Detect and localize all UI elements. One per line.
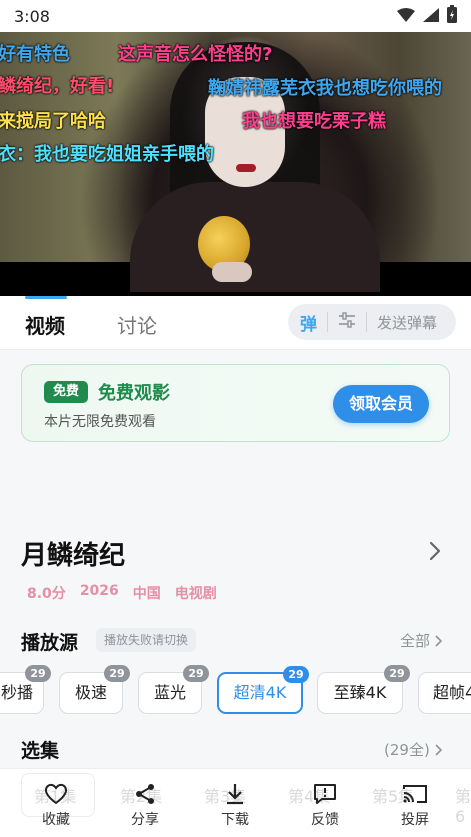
chevron-right-icon[interactable] [428,540,442,566]
danmaku-comment: 好有特色 [0,44,70,65]
episodes-title: 选集 [21,740,60,762]
feedback-label: 反馈 [311,812,339,828]
danmaku-comment: 衣：我也要吃姐姐亲手喂的 [0,144,214,165]
tab-discussion[interactable]: 讨论 [117,310,157,339]
tab-video[interactable]: 视频 [25,296,67,339]
danmaku-comment: 来搅局了哈哈 [0,111,106,132]
free-title: 免费观影 [98,383,170,404]
wifi-icon [397,7,415,26]
share-icon [136,784,154,804]
episodes-count: (29全) [384,741,430,759]
app-root: 3:08 好有特色 这声音怎么怪怪的? 鳞绮纪，好看! 鞠婧祎露芜衣我也想吃你喂… [0,0,471,837]
status-icons [397,5,457,27]
share-button[interactable]: 分享 [115,781,175,829]
favorite-button[interactable]: 收藏 [26,781,86,829]
source-chips: 秒播 29 极速 29 蓝光 29 超清4K 29 至臻4K 29 超帧4 [0,665,471,718]
episode-item-ghost: 第6 [455,787,471,826]
source-chip-label: 至臻4K [333,683,387,702]
source-hint: 播放失败请切换 [96,628,197,652]
danmaku-send-placeholder[interactable]: 发送弹幕 [377,312,437,333]
danmaku-settings-icon[interactable] [338,312,356,332]
rating: 8.0分 [27,586,66,602]
feedback-button[interactable]: 反馈 [295,781,355,829]
chevron-right-icon [435,634,443,647]
favorite-label: 收藏 [42,812,70,828]
free-vip-card: 免费 免费观影 本片无限免费观看 领取会员 [21,364,450,442]
feedback-icon [314,784,336,804]
signal-icon [423,7,439,26]
episode-count-badge: 29 [183,665,209,682]
source-chip-selected[interactable]: 超清4K 29 [217,666,309,714]
download-icon [227,784,243,805]
cast-button[interactable]: 投屏 [385,781,445,829]
download-button[interactable]: 下载 [205,781,265,829]
share-label: 分享 [131,812,159,828]
year: 2026 [79,583,119,599]
episode-count-badge: 29 [25,665,51,682]
status-bar: 3:08 [0,0,471,32]
source-chip[interactable]: 超帧4 [418,672,471,714]
category: 电视剧 [174,586,217,602]
detail-tabs: 视频 讨论 弹 发送弹幕 [0,296,471,350]
danmaku-comment: 我也想要吃栗子糕 [242,111,386,132]
battery-icon [447,5,457,27]
source-chip[interactable]: 蓝光 29 [138,665,209,714]
source-chip-label: 秒播 [0,683,33,702]
source-chip-label: 超清4K [233,683,287,702]
status-time: 3:08 [14,6,50,26]
episode-count-badge: 29 [384,665,410,682]
source-chip-label: 极速 [74,683,107,702]
chevron-right-icon [435,743,442,756]
show-meta: 8.0分 2026 中国 电视剧 [27,583,217,603]
video-player[interactable]: 好有特色 这声音怎么怪怪的? 鳞绮纪，好看! 鞠婧祎露芜衣我也想吃你喂的 来搅局… [0,32,471,296]
region: 中国 [132,586,161,602]
episode-count-badge: 29 [283,666,309,683]
source-chip[interactable]: 至臻4K 29 [317,665,410,714]
source-all-label: 全部 [400,632,431,650]
source-chip[interactable]: 秒播 29 [0,665,51,714]
episodes-count-link[interactable]: (29全) [384,739,442,760]
source-title: 播放源 [21,632,79,654]
episode-count-badge: 29 [104,665,130,682]
cast-label: 投屏 [401,812,429,828]
claim-vip-button[interactable]: 领取会员 [333,385,429,423]
heart-icon [44,783,68,805]
download-label: 下载 [221,812,249,828]
danmaku-comment: 鳞绮纪，好看! [0,76,115,97]
free-subtitle: 本片无限免费观看 [44,414,156,430]
source-chip-label: 蓝光 [153,683,186,702]
source-all-link[interactable]: 全部 [400,630,443,651]
source-chip[interactable]: 极速 29 [59,665,130,714]
free-tag: 免费 [44,381,88,403]
danmaku-comment: 这声音怎么怪怪的? [118,44,273,65]
cast-icon [403,785,427,803]
show-title[interactable]: 月鳞绮纪 [21,535,125,572]
danmaku-comment: 鞠婧祎露芜衣我也想吃你喂的 [208,78,442,99]
danmaku-input-bar[interactable]: 弹 发送弹幕 [288,304,456,340]
bottom-action-bar: 第1集 第2集 第3集 第4集 第5集 第6 收藏 分享 下载 反馈 投屏 [0,768,471,837]
danmaku-toggle[interactable]: 弹 [300,310,317,335]
source-chip-label: 超帧4 [433,683,471,702]
